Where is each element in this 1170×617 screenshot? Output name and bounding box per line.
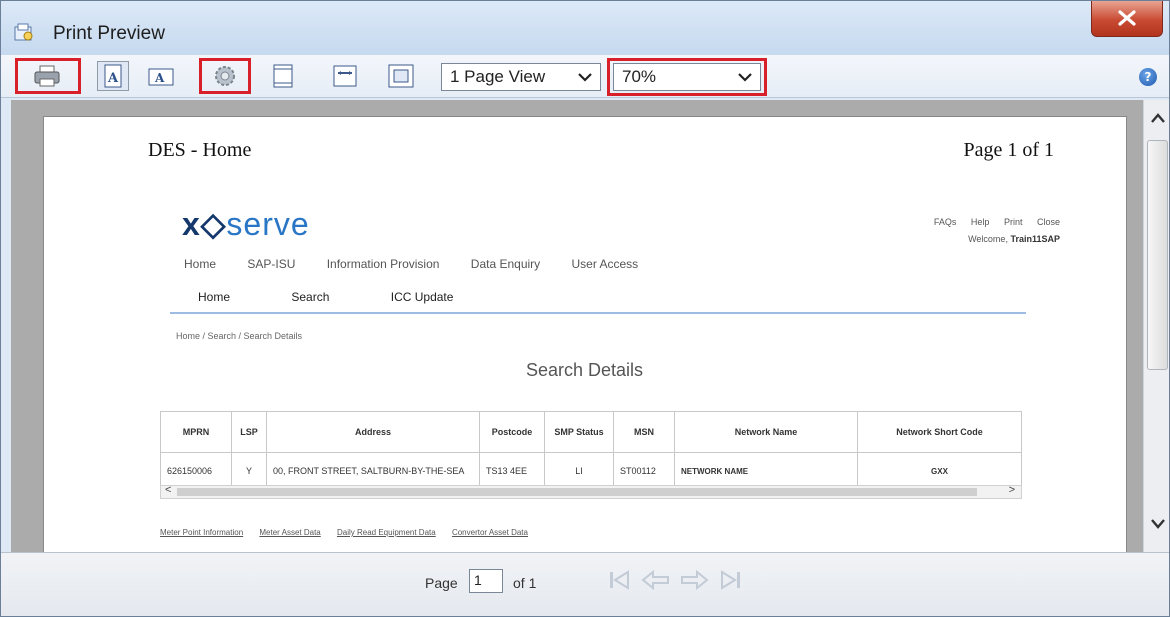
col-msn: MSN [613,411,675,453]
print-preview-window: Print Preview A A 1 Page View 70% ? DES … [0,0,1170,617]
previous-page-icon[interactable] [641,568,671,592]
subnav-icc-update[interactable]: ICC Update [391,290,454,304]
preview-viewport: DES - Home Page 1 of 1 x◇serve FAQs Help… [11,100,1143,552]
link-faqs[interactable]: FAQs [934,217,957,227]
top-links: FAQs Help Print Close [922,217,1060,227]
chevron-down-icon[interactable] [1150,518,1166,530]
search-results-table: MPRN LSP Address Postcode SMP Status MSN… [160,411,1022,490]
cell-lsp: Y [231,452,267,490]
scroll-left-icon[interactable]: < [165,484,171,496]
welcome-text: Welcome, Train11SAP [968,234,1060,244]
page-setup-button[interactable] [209,61,241,91]
page-navigation-bar: Page 1 of 1 [1,552,1169,616]
cell-msn: ST00112 [613,452,675,490]
nav-home[interactable]: Home [184,257,216,271]
page-count-label: of 1 [513,575,537,591]
close-button[interactable] [1091,1,1163,37]
header-footer-button[interactable] [267,61,299,91]
landscape-icon: A [148,68,174,86]
nav-user-access[interactable]: User Access [572,257,639,271]
nav-data-enquiry[interactable]: Data Enquiry [471,257,540,271]
link-meter-point-information[interactable]: Meter Point Information [160,528,243,537]
portrait-button[interactable]: A [97,61,129,91]
col-address: Address [266,411,480,453]
header-footer-icon [273,64,293,88]
page-header-title: DES - Home [148,139,252,161]
first-page-icon[interactable] [607,568,633,592]
cell-address: 00, FRONT STREET, SALTBURN-BY-THE-SEA [266,452,480,490]
nav-information-provision[interactable]: Information Provision [327,257,440,271]
secondary-nav: Home Search ICC Update [198,290,511,304]
last-page-icon[interactable] [717,568,743,592]
zoom-select[interactable]: 70% [613,63,761,91]
detail-links: Meter Point Information Meter Asset Data… [160,528,542,537]
shrink-to-fit-button[interactable] [385,61,417,91]
table-horizontal-scrollbar[interactable]: < > [160,484,1022,499]
link-convertor-asset-data[interactable]: Convertor Asset Data [452,528,528,537]
full-width-icon [333,65,357,87]
page-label: Page [425,575,458,591]
shrink-to-fit-icon [388,64,414,88]
col-mprn: MPRN [160,411,232,453]
table-row[interactable]: 626150006 Y 00, FRONT STREET, SALTBURN-B… [160,452,1022,490]
svg-text:A: A [154,71,165,85]
chevron-down-icon [738,73,752,82]
col-smp-status: SMP Status [544,411,614,453]
view-mode-value: 1 Page View [450,67,546,86]
page-setup-icon [215,66,235,86]
link-help[interactable]: Help [971,217,990,227]
printed-page: DES - Home Page 1 of 1 x◇serve FAQs Help… [43,116,1127,552]
subnav-search[interactable]: Search [291,290,329,304]
page-number-input[interactable]: 1 [469,569,503,593]
print-preview-app-icon [14,23,33,41]
cell-network-name: NETWORK NAME [674,452,858,490]
page-number-label: Page 1 of 1 [963,139,1054,161]
window-title: Print Preview [53,23,165,44]
svg-text:A: A [107,71,119,86]
link-close[interactable]: Close [1037,217,1060,227]
nav-sap-isu[interactable]: SAP-ISU [247,257,295,271]
help-button[interactable]: ? [1139,68,1157,86]
table-header-row: MPRN LSP Address Postcode SMP Status MSN… [160,411,1022,453]
subnav-home[interactable]: Home [198,290,230,304]
col-network-short-code: Network Short Code [857,411,1022,453]
link-meter-asset-data[interactable]: Meter Asset Data [259,528,320,537]
landscape-button[interactable]: A [145,61,177,91]
zoom-value: 70% [622,67,657,86]
nav-divider [170,312,1026,314]
link-daily-read-equipment-data[interactable]: Daily Read Equipment Data [337,528,436,537]
cell-network-short-code: GXX [857,452,1022,490]
print-icon [34,65,60,87]
section-title: Search Details [526,360,644,380]
scroll-right-icon[interactable]: > [1009,484,1015,496]
cell-postcode: TS13 4EE [479,452,545,490]
full-width-button[interactable] [329,61,361,91]
close-icon [1118,10,1136,26]
scroll-thumb[interactable] [1147,140,1168,370]
table-scroll-thumb[interactable] [177,488,977,496]
vertical-scrollbar[interactable] [1143,100,1169,552]
col-postcode: Postcode [479,411,545,453]
print-button[interactable] [31,61,63,91]
chevron-up-icon[interactable] [1150,112,1166,124]
col-lsp: LSP [231,411,267,453]
primary-nav: Home SAP-ISU Information Provision Data … [184,257,666,271]
breadcrumb: Home / Search / Search Details [176,331,303,341]
portrait-icon: A [104,64,122,88]
xoserve-logo: x◇serve [182,206,310,242]
chevron-down-icon [578,73,592,82]
col-network-name: Network Name [674,411,858,453]
cell-smp-status: LI [544,452,614,490]
toolbar: A A 1 Page View 70% ? [1,55,1169,98]
view-mode-select[interactable]: 1 Page View [441,63,601,91]
link-print[interactable]: Print [1004,217,1023,227]
title-bar: Print Preview [1,1,1169,55]
next-page-icon[interactable] [679,568,709,592]
